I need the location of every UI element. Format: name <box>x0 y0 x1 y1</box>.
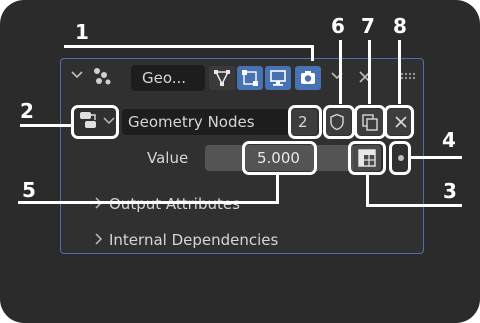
callout-line-1 <box>311 45 314 61</box>
drag-handle-icon[interactable] <box>400 72 416 80</box>
callout-number-5: 5 <box>22 178 36 202</box>
callout-box-6 <box>323 105 355 139</box>
callout-line-7 <box>368 40 371 104</box>
callout-line-3 <box>366 204 462 207</box>
callout-number-8: 8 <box>393 14 407 38</box>
edit-mode-button[interactable] <box>209 66 235 90</box>
screenshot-canvas: Geo... Geometry Nodes 2 Value 5.000 Outp… <box>0 0 480 323</box>
callout-line-4 <box>410 156 462 159</box>
edit-mode-icon <box>214 70 230 86</box>
callout-box-5 <box>242 141 317 175</box>
callout-line-5 <box>18 201 279 204</box>
section-expand-chevron-icon[interactable] <box>94 232 104 246</box>
callout-number-4: 4 <box>442 128 456 152</box>
modifier-name: Geo... <box>142 69 187 87</box>
node-group-name: Geometry Nodes <box>128 113 255 131</box>
on-cage-icon <box>242 70 258 86</box>
callout-box-4 <box>389 141 411 175</box>
callout-number-6: 6 <box>331 14 345 38</box>
callout-line-8 <box>398 40 401 104</box>
value-label: Value <box>147 149 189 167</box>
callout-number-1: 1 <box>75 20 89 44</box>
viewport-icon <box>270 70 286 86</box>
on-cage-button[interactable] <box>237 66 263 90</box>
callout-line-5 <box>276 174 279 204</box>
callout-number-2: 2 <box>20 99 34 123</box>
callout-number-3: 3 <box>443 179 457 203</box>
geometry-nodes-icon <box>94 68 111 85</box>
callout-box-2 <box>71 105 119 139</box>
node-group-name-field[interactable]: Geometry Nodes <box>122 109 289 135</box>
section-output-attributes[interactable]: Output Attributes <box>109 195 240 213</box>
callout-line-3 <box>366 174 369 207</box>
render-button[interactable] <box>295 66 321 90</box>
modifier-name-field[interactable]: Geo... <box>131 65 205 91</box>
callout-line-2 <box>20 124 72 127</box>
callout-box-7 <box>354 105 386 139</box>
callout-line-1 <box>64 45 314 48</box>
section-internal-dependencies[interactable]: Internal Dependencies <box>109 231 278 249</box>
callout-box-1 <box>288 105 322 139</box>
render-icon <box>301 71 315 84</box>
collapse-chevron-icon[interactable] <box>70 70 84 80</box>
callout-box-3 <box>348 141 386 175</box>
callout-box-8 <box>384 105 414 139</box>
callout-number-7: 7 <box>361 14 375 38</box>
viewport-display-button[interactable] <box>265 66 291 90</box>
callout-line-6 <box>339 40 342 104</box>
